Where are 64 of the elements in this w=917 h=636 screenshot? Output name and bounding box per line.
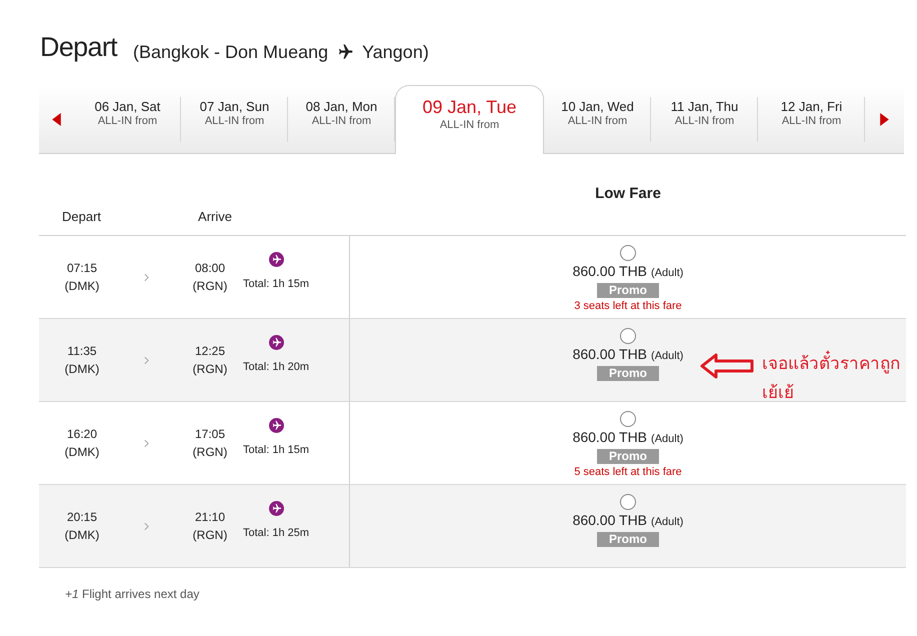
total-duration: Total: 1h 25m xyxy=(243,526,310,541)
fare-heading: Low Fare xyxy=(595,184,661,204)
promo-badge: Promo xyxy=(597,449,659,464)
route-text: (Bangkok - Don Mueang Yangon) xyxy=(133,43,429,61)
promo-badge: Promo xyxy=(597,283,659,298)
chevron-right-icon xyxy=(144,522,149,530)
airport-code: (DMK) xyxy=(64,361,100,378)
arrive-time: 17:05 xyxy=(194,426,226,443)
page-title: Depart xyxy=(40,34,117,61)
fare-price: 860.00 THB xyxy=(572,511,648,530)
arrow-left-icon xyxy=(700,353,754,379)
airport-code: (DMK) xyxy=(64,444,100,461)
seats-left-note: 3 seats left at this fare xyxy=(574,299,682,314)
footnote: +1 Flight arrives next day xyxy=(65,587,200,601)
fare-radio[interactable] xyxy=(620,494,636,510)
chevron-right-icon xyxy=(144,272,149,282)
date-tab[interactable]: 10 Jan, Wed ALL-IN from xyxy=(544,85,651,153)
promo-badge: Promo xyxy=(597,532,659,547)
depart-time: 11:35 xyxy=(67,343,97,360)
airport-code: (DMK) xyxy=(64,278,100,295)
airport-code: (RGN) xyxy=(192,361,228,378)
passenger-type: (Adult) xyxy=(651,266,684,281)
date-tab[interactable]: 12 Jan, Fri ALL-IN from xyxy=(758,85,865,153)
flight-icon xyxy=(268,252,284,267)
flight-icon xyxy=(268,334,284,350)
annotation-text: เจอแล้วตั๋วราคาถูก เย้เย้ xyxy=(762,350,917,408)
fare-price: 860.00 THB xyxy=(572,262,648,281)
flight-icon xyxy=(268,500,284,516)
total-duration: Total: 1h 15m xyxy=(243,276,310,292)
date-tab[interactable]: 09 Jan, Tue ALL-IN from xyxy=(395,85,544,154)
date-tab[interactable]: 11 Jan, Thu ALL-IN from xyxy=(651,85,758,153)
airport-code: (RGN) xyxy=(192,444,228,461)
column-header: Arrive xyxy=(198,208,232,226)
fare-radio[interactable] xyxy=(620,328,636,344)
promo-badge: Promo xyxy=(597,366,659,381)
date-tab[interactable]: 06 Jan, Sat ALL-IN from xyxy=(74,85,181,153)
depart-time: 20:15 xyxy=(66,509,98,526)
chevron-right-icon xyxy=(144,356,149,364)
fare-price: 860.00 THB xyxy=(572,428,648,447)
total-duration: Total: 1h 15m xyxy=(243,442,310,458)
fare-price: 860.00 THB xyxy=(572,345,648,364)
column-header: Depart xyxy=(62,208,102,226)
arrive-time: 08:00 xyxy=(194,260,226,277)
total-duration: Total: 1h 20m xyxy=(243,360,310,375)
chevron-right-icon xyxy=(144,438,149,448)
airport-code: (RGN) xyxy=(192,527,228,544)
depart-time: 07:15 xyxy=(66,260,98,277)
arrive-time: 12:25 xyxy=(194,343,226,360)
airplane-icon xyxy=(336,43,354,61)
passenger-type: (Adult) xyxy=(651,515,684,530)
arrive-time: 21:10 xyxy=(194,509,226,526)
passenger-type: (Adult) xyxy=(651,432,684,447)
depart-time: 16:20 xyxy=(66,426,98,443)
date-tab[interactable]: 07 Jan, Sun ALL-IN from xyxy=(181,85,288,153)
seats-left-note: 5 seats left at this fare xyxy=(574,465,682,480)
passenger-type: (Adult) xyxy=(651,349,684,364)
airport-code: (DMK) xyxy=(64,527,100,544)
caret-left-icon xyxy=(52,112,61,126)
flight-icon xyxy=(268,418,284,433)
date-tab[interactable]: 08 Jan, Mon ALL-IN from xyxy=(288,85,395,153)
fare-radio[interactable] xyxy=(620,411,636,427)
airport-code: (RGN) xyxy=(192,278,228,295)
fare-radio[interactable] xyxy=(620,245,636,261)
caret-right-icon xyxy=(880,112,889,126)
